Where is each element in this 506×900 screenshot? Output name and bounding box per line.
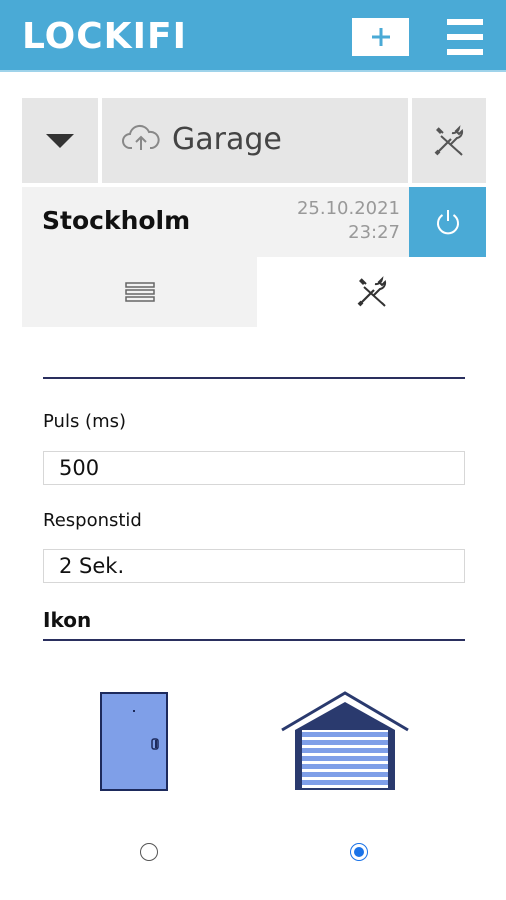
device-settings-button[interactable] [412,98,486,183]
garage-icon[interactable] [280,690,410,790]
power-icon [436,210,459,235]
add-button[interactable] [352,18,409,56]
last-update-date: 25.10.2021 [296,198,400,219]
response-time-input[interactable] [43,549,465,583]
door-icon-radio[interactable] [140,843,158,861]
menu-button[interactable] [447,19,483,55]
tab-list[interactable] [22,257,257,327]
section-divider [43,377,465,379]
icon-section-title: Ikon [43,608,92,632]
view-tabs [22,257,486,327]
location-name: Stockholm [42,206,191,235]
response-time-label: Responstid [43,510,142,531]
last-update-timestamp: 25.10.2021 23:27 [297,197,400,245]
hamburger-menu-icon [447,19,483,25]
pulse-input[interactable] [43,451,465,485]
tab-settings[interactable] [257,257,486,327]
cloud-upload-icon [122,124,160,150]
list-icon [124,282,155,302]
caret-down-icon [46,133,74,148]
icon-section-divider [43,639,465,641]
device-name: Garage [172,122,282,157]
app-logo: LOCKIFI [22,16,187,57]
plus-icon [371,28,390,46]
wrench-screwdriver-icon [434,124,464,156]
garage-icon-radio[interactable] [350,843,368,861]
device-name-box[interactable]: Garage [102,98,408,183]
door-icon[interactable] [100,692,168,791]
power-button[interactable] [409,187,486,257]
pulse-label: Puls (ms) [43,411,127,432]
last-update-time: 23:27 [348,222,400,243]
device-dropdown-button[interactable] [22,98,98,183]
header-divider [0,70,506,72]
app-header: LOCKIFI [0,0,506,70]
wrench-screwdriver-icon [357,276,386,307]
